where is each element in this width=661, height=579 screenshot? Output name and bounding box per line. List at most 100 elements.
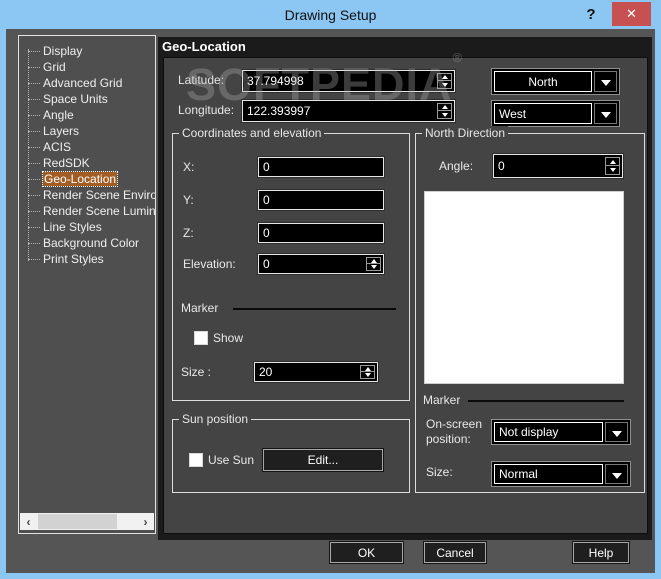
tree-branch-line bbox=[28, 51, 40, 52]
tree-branch-line bbox=[28, 99, 40, 100]
tree-horizontal-scrollbar[interactable]: ‹ › bbox=[20, 513, 154, 530]
window-title: Drawing Setup bbox=[284, 6, 377, 23]
elevation-field[interactable]: 0 bbox=[258, 254, 384, 274]
dialog-body: Display Grid Advanced Grid Space Units A… bbox=[6, 29, 655, 573]
use-sun-label: Use Sun bbox=[208, 453, 255, 467]
latitude-label: Latitude: bbox=[178, 73, 225, 87]
y-field[interactable] bbox=[258, 190, 384, 210]
use-sun-checkbox[interactable] bbox=[189, 453, 203, 467]
spin-up-icon[interactable] bbox=[438, 74, 451, 81]
spin-up-icon[interactable] bbox=[438, 104, 451, 111]
drawing-setup-dialog: Drawing Setup ? ✕ Display Grid Advanced … bbox=[0, 0, 661, 579]
sidebar-item-render-scene-luminance[interactable]: Render Scene Luminar bbox=[19, 203, 155, 219]
coordinates-group: Coordinates and elevation X: Y: Z: Eleva… bbox=[172, 126, 410, 401]
latitude-field[interactable]: 37.794998 bbox=[242, 70, 455, 92]
sidebar-item-print-styles[interactable]: Print Styles bbox=[19, 251, 155, 267]
geo-location-panel: SOFTPEDIA® Latitude: 37.794998 North Lon… bbox=[163, 50, 648, 534]
sidebar-item-line-styles[interactable]: Line Styles bbox=[19, 219, 155, 235]
marker-section-label: Marker bbox=[423, 393, 461, 407]
tree-branch-line bbox=[28, 147, 40, 148]
page-title: Geo-Location bbox=[162, 39, 246, 54]
scroll-left-icon[interactable]: ‹ bbox=[20, 513, 37, 530]
chevron-down-icon[interactable] bbox=[605, 464, 628, 484]
ok-button[interactable]: OK bbox=[330, 542, 403, 563]
north-direction-preview bbox=[424, 191, 624, 384]
marker-separator bbox=[233, 308, 396, 310]
x-label: X: bbox=[183, 160, 195, 174]
onscreen-position-label: On-screen position: bbox=[426, 417, 483, 446]
close-icon: ✕ bbox=[626, 6, 637, 21]
tree-branch-line bbox=[28, 195, 40, 196]
marker-section-label: Marker bbox=[181, 301, 219, 315]
tree-branch-line bbox=[28, 163, 40, 164]
chevron-down-icon[interactable] bbox=[605, 422, 628, 442]
north-marker-size-label: Size: bbox=[426, 465, 453, 479]
longitude-field[interactable]: 122.393997 bbox=[242, 100, 455, 122]
sidebar-item-display[interactable]: Display bbox=[19, 43, 155, 59]
group-legend: Coordinates and elevation bbox=[179, 126, 325, 140]
show-checkbox[interactable] bbox=[194, 331, 208, 345]
x-field[interactable] bbox=[258, 157, 384, 177]
tree-branch-line bbox=[28, 259, 40, 260]
help-icon[interactable]: ? bbox=[579, 2, 603, 26]
spin-down-icon[interactable] bbox=[606, 166, 619, 174]
geo-location-page: Geo-Location SOFTPEDIA® Latitude: 37.794… bbox=[158, 37, 652, 540]
onscreen-position-dropdown[interactable]: Not display bbox=[491, 419, 631, 445]
tree-branch-line bbox=[28, 83, 40, 84]
north-marker-size-dropdown[interactable]: Normal bbox=[491, 461, 631, 487]
elevation-spinner bbox=[366, 257, 381, 271]
spin-down-icon[interactable] bbox=[438, 111, 451, 118]
sidebar-item-background-color[interactable]: Background Color bbox=[19, 235, 155, 251]
sidebar-item-acis[interactable]: ACIS bbox=[19, 139, 155, 155]
marker-size-field[interactable]: 20 bbox=[254, 362, 378, 382]
spin-down-icon[interactable] bbox=[367, 264, 380, 270]
sidebar-item-geo-location[interactable]: Geo-Location bbox=[19, 171, 155, 187]
marker-size-label: Size : bbox=[181, 365, 212, 379]
tree-branch-line bbox=[28, 211, 40, 212]
longitude-hemisphere-dropdown[interactable]: West bbox=[491, 100, 620, 127]
spin-down-icon[interactable] bbox=[361, 372, 374, 378]
scrollbar-thumb[interactable] bbox=[38, 514, 117, 529]
tree-branch-line bbox=[28, 67, 40, 68]
tree-branch-line bbox=[28, 179, 40, 180]
angle-field[interactable]: 0 bbox=[493, 154, 623, 178]
longitude-spinner bbox=[437, 103, 452, 119]
chevron-down-icon[interactable] bbox=[594, 103, 617, 124]
tree-branch-line bbox=[28, 243, 40, 244]
edit-sun-button[interactable]: Edit... bbox=[263, 449, 383, 471]
tree-list: Display Grid Advanced Grid Space Units A… bbox=[19, 43, 155, 267]
settings-tree: Display Grid Advanced Grid Space Units A… bbox=[18, 35, 156, 534]
sun-position-group: Sun position Use Sun Edit... bbox=[172, 412, 410, 493]
cancel-button[interactable]: Cancel bbox=[424, 542, 486, 563]
z-label: Z: bbox=[183, 226, 194, 240]
elevation-label: Elevation: bbox=[183, 257, 236, 271]
z-field[interactable] bbox=[258, 223, 384, 243]
longitude-label: Longitude: bbox=[178, 103, 235, 117]
tree-branch-line bbox=[28, 131, 40, 132]
scroll-right-icon[interactable]: › bbox=[137, 513, 154, 530]
sidebar-item-render-scene-environment[interactable]: Render Scene Environm bbox=[19, 187, 155, 203]
latitude-spinner bbox=[437, 73, 452, 89]
sidebar-item-advanced-grid[interactable]: Advanced Grid bbox=[19, 75, 155, 91]
sidebar-item-grid[interactable]: Grid bbox=[19, 59, 155, 75]
north-direction-group: North Direction Angle: 0 Marker On-scree… bbox=[415, 126, 645, 493]
group-legend: Sun position bbox=[179, 412, 252, 426]
chevron-down-icon[interactable] bbox=[594, 71, 617, 92]
sidebar-item-space-units[interactable]: Space Units bbox=[19, 91, 155, 107]
show-label: Show bbox=[213, 331, 244, 345]
marker-separator bbox=[468, 400, 624, 402]
group-legend: North Direction bbox=[422, 126, 509, 140]
close-button[interactable]: ✕ bbox=[612, 2, 651, 26]
spin-down-icon[interactable] bbox=[438, 81, 451, 88]
tree-branch-line bbox=[28, 227, 40, 228]
spin-up-icon[interactable] bbox=[606, 158, 619, 166]
angle-label: Angle: bbox=[439, 159, 474, 173]
sidebar-item-redsdk[interactable]: RedSDK bbox=[19, 155, 155, 171]
sidebar-item-layers[interactable]: Layers bbox=[19, 123, 155, 139]
help-button[interactable]: Help bbox=[573, 542, 629, 563]
y-label: Y: bbox=[183, 193, 194, 207]
marker-size-spinner bbox=[360, 365, 375, 379]
title-bar[interactable]: Drawing Setup ? ✕ bbox=[0, 0, 661, 29]
sidebar-item-angle[interactable]: Angle bbox=[19, 107, 155, 123]
latitude-hemisphere-dropdown[interactable]: North bbox=[491, 68, 620, 95]
